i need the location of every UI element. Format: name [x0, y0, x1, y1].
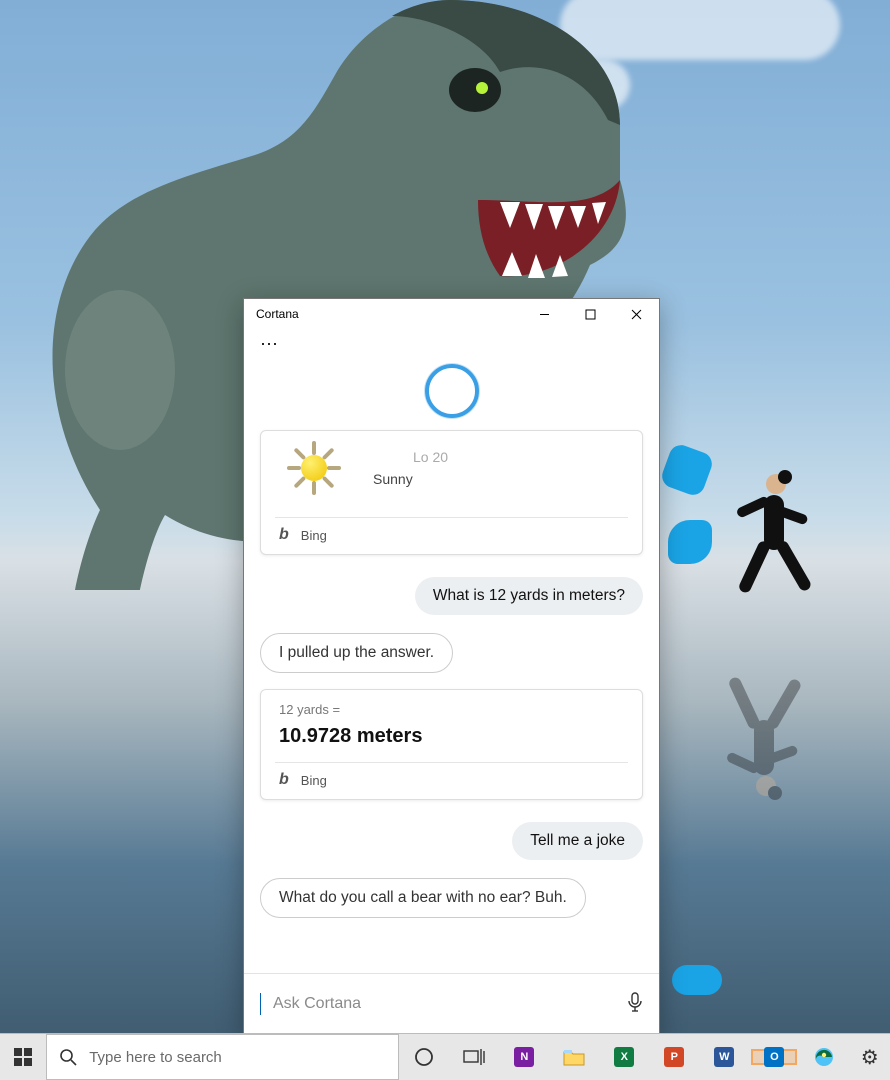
- user-message: Tell me a joke: [512, 822, 643, 860]
- conversion-card[interactable]: 12 yards = 10.9728 meters b Bing: [260, 689, 643, 800]
- taskbar-powerpoint-icon[interactable]: P: [649, 1047, 699, 1067]
- wallpaper-blob: [659, 442, 715, 498]
- microphone-icon[interactable]: [627, 992, 643, 1017]
- weather-low-temp: Lo 20: [413, 449, 448, 465]
- bing-icon: b: [279, 771, 289, 789]
- maximize-button[interactable]: [567, 299, 613, 329]
- wallpaper-runner-reflection: [720, 670, 800, 810]
- taskbar-search-placeholder: Type here to search: [89, 1049, 222, 1066]
- input-row: [244, 973, 659, 1034]
- close-button[interactable]: [613, 299, 659, 329]
- start-button[interactable]: [0, 1034, 46, 1080]
- conversion-source: Bing: [301, 773, 327, 788]
- cortana-logo-icon: [425, 364, 479, 418]
- taskbar-file-explorer-icon[interactable]: [549, 1048, 599, 1066]
- text-cursor: [260, 993, 261, 1015]
- sunny-icon: [279, 433, 349, 503]
- ask-cortana-input[interactable]: [271, 994, 617, 1014]
- weather-card[interactable]: Lo 20 Sunny b Bing: [260, 430, 643, 555]
- conversion-question: 12 yards =: [279, 702, 624, 717]
- taskbar-excel-icon[interactable]: X: [599, 1047, 649, 1067]
- weather-condition: Sunny: [373, 471, 448, 487]
- bing-icon: b: [279, 526, 289, 544]
- taskbar-edge-icon[interactable]: [799, 1046, 849, 1068]
- weather-source: Bing: [301, 528, 327, 543]
- taskbar-word-icon[interactable]: W: [699, 1047, 749, 1067]
- taskbar-outlook-icon[interactable]: O: [749, 1047, 799, 1067]
- taskbar-settings-icon[interactable]: ⚙: [849, 1034, 890, 1080]
- assistant-message: I pulled up the answer.: [260, 633, 453, 673]
- titlebar[interactable]: Cortana: [244, 299, 659, 329]
- cortana-window: Cortana ···: [243, 298, 660, 1035]
- assistant-message: What do you call a bear with no ear? Buh…: [260, 878, 586, 918]
- minimize-button[interactable]: [521, 299, 567, 329]
- user-message: What is 12 yards in meters?: [415, 577, 643, 615]
- taskbar-cortana-icon[interactable]: [399, 1047, 449, 1067]
- wallpaper-runner: [730, 460, 810, 620]
- search-icon: [59, 1048, 77, 1066]
- app-menu-button[interactable]: ···: [244, 329, 659, 358]
- taskbar-taskview-icon[interactable]: [449, 1048, 499, 1066]
- conversion-answer: 10.9728 meters: [279, 725, 624, 748]
- taskbar-search[interactable]: Type here to search: [46, 1034, 399, 1080]
- taskbar-onenote-icon[interactable]: N: [499, 1047, 549, 1067]
- wallpaper-blob: [672, 965, 722, 995]
- taskbar: Type here to search N X P: [0, 1033, 890, 1080]
- wallpaper-blob: [668, 520, 712, 564]
- window-title: Cortana: [256, 307, 299, 321]
- chat-area: Lo 20 Sunny b Bing What is 12 yards in m…: [244, 424, 659, 973]
